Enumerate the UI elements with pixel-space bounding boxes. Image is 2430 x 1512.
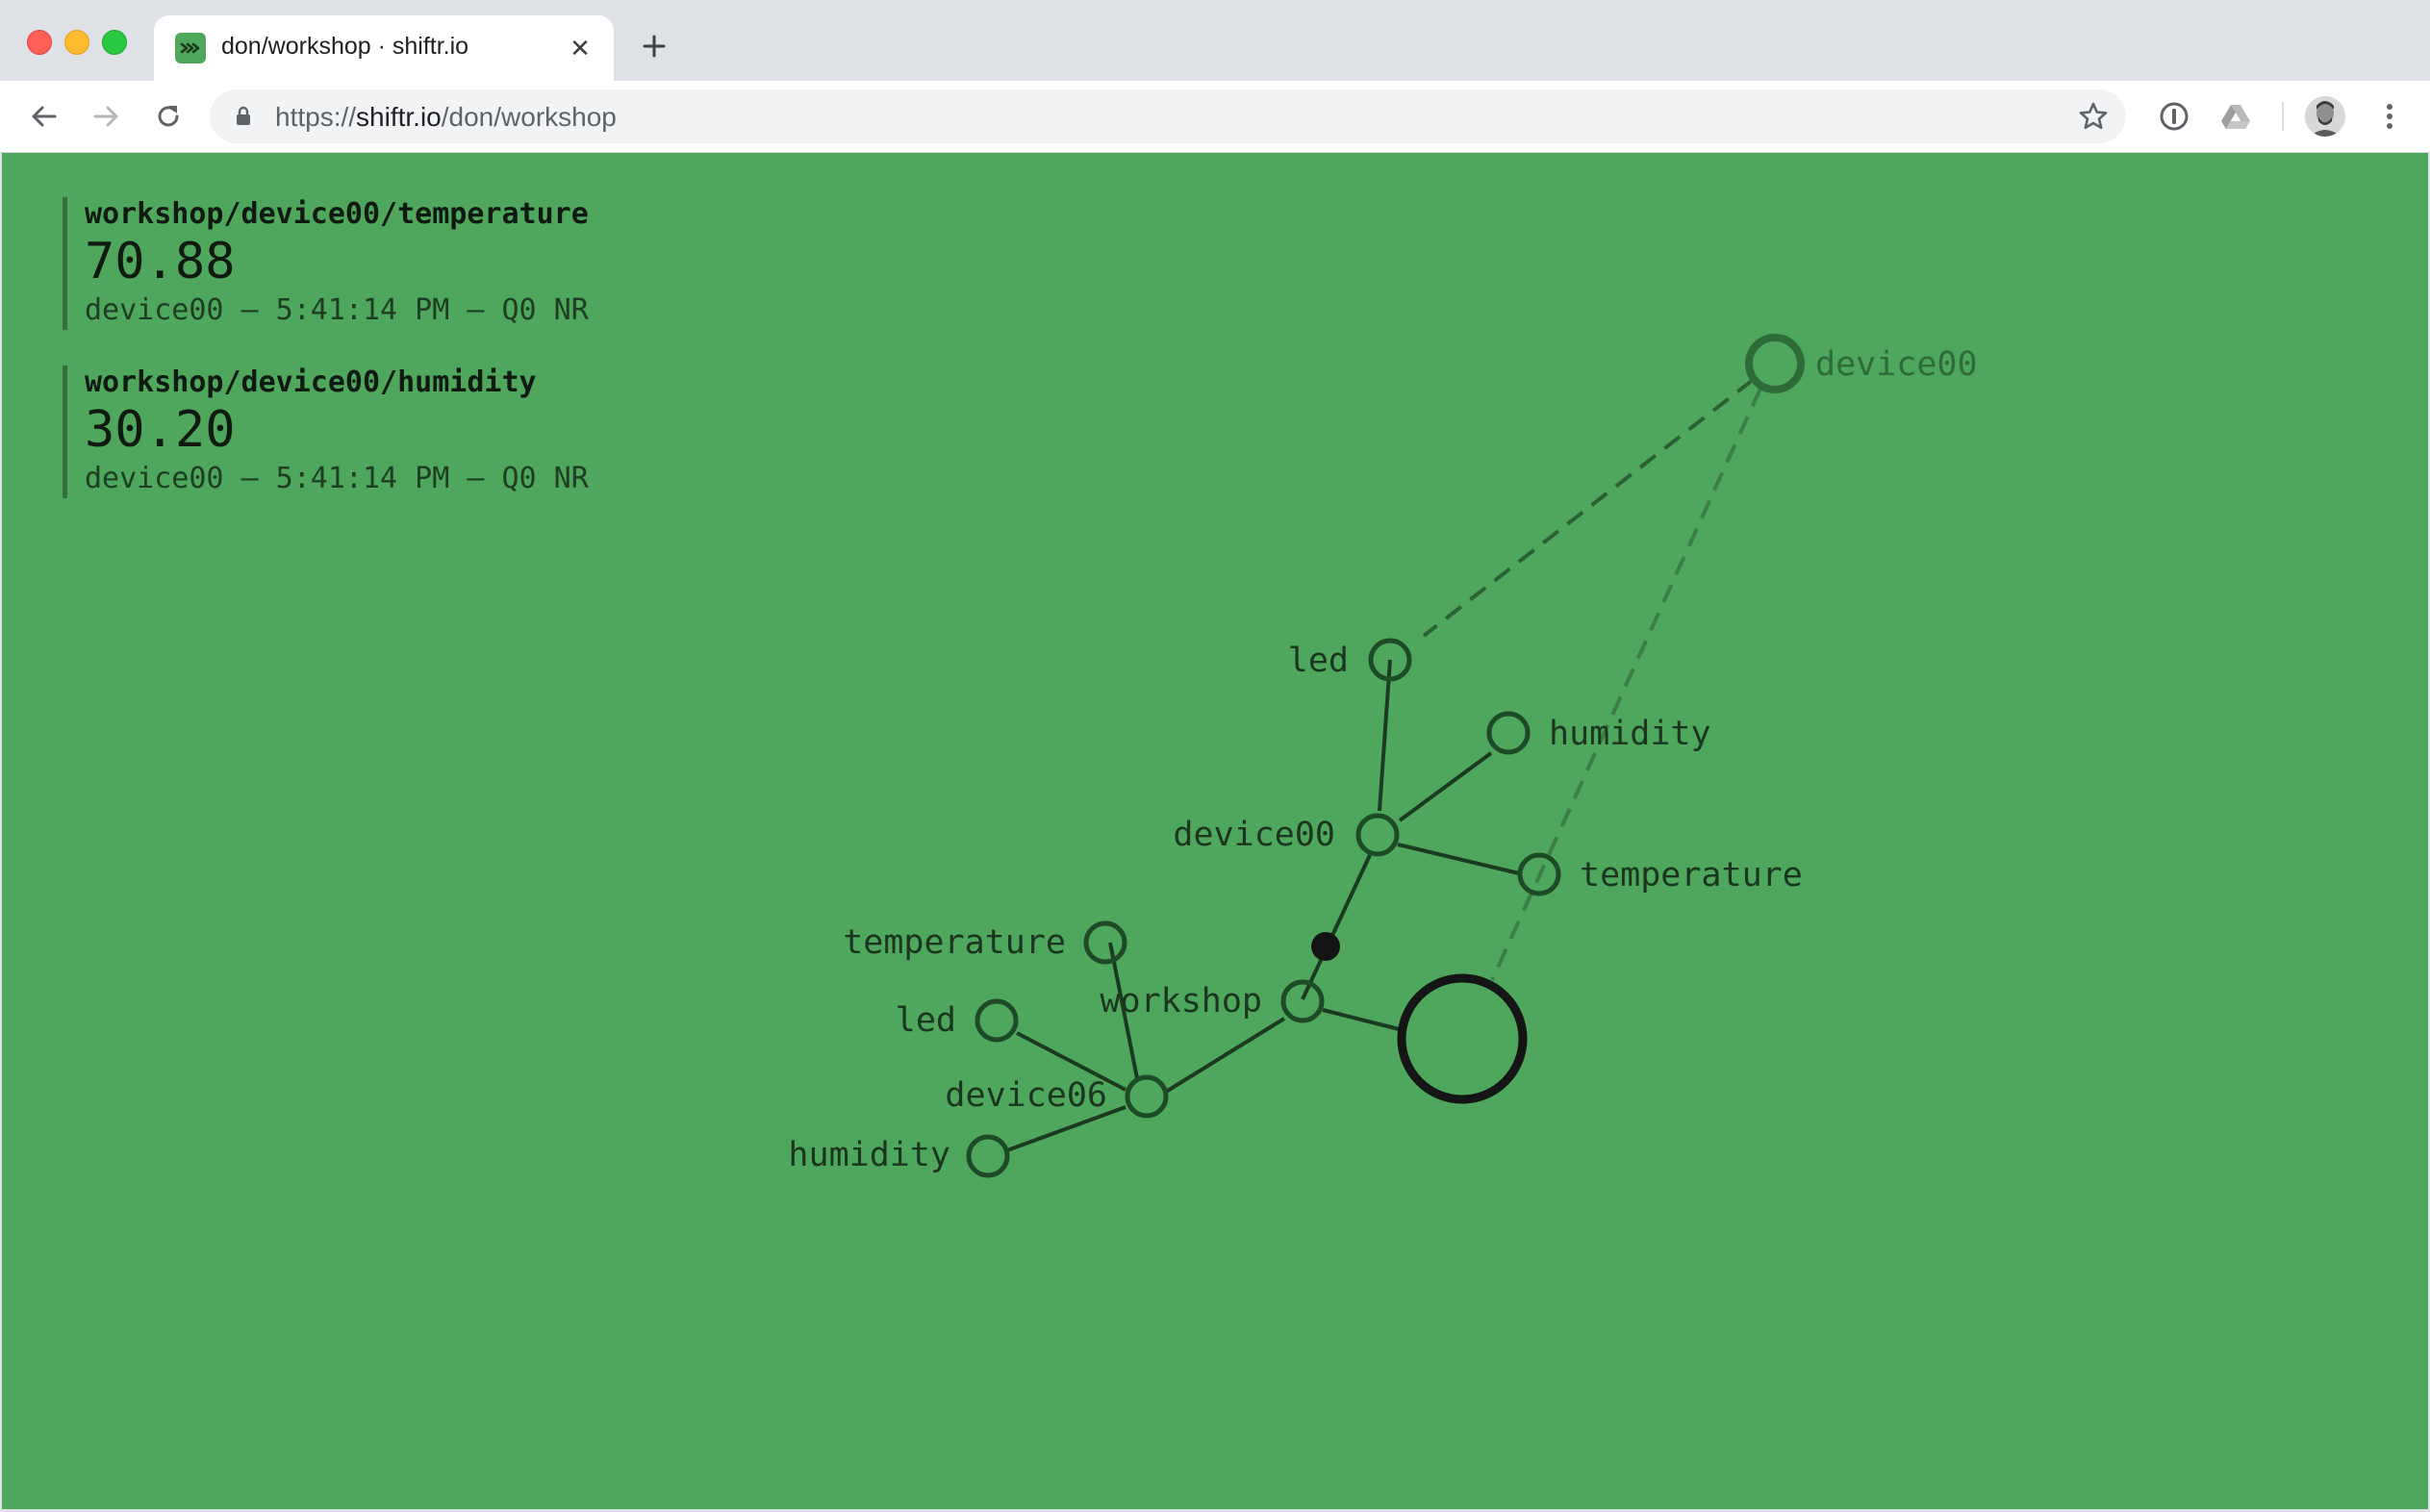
new-tab-button[interactable] — [635, 27, 673, 65]
node-label: led — [1288, 642, 1349, 680]
toolbar-divider — [2282, 102, 2284, 131]
tab-strip: don/workshop · shiftr.io ✕ — [0, 0, 2430, 81]
tab-title: don/workshop · shiftr.io — [221, 33, 469, 60]
browser-window: don/workshop · shiftr.io ✕ https://shift… — [0, 0, 2430, 1512]
browser-menu-button[interactable] — [2370, 97, 2409, 136]
menu-dots-icon — [2387, 104, 2392, 129]
shiftr-logo-icon — [175, 33, 206, 63]
tab-close-button[interactable]: ✕ — [564, 32, 596, 64]
browser-toolbar: https://shiftr.io/don/workshop — [0, 81, 2430, 153]
url-text: https://shiftr.io/don/workshop — [275, 102, 617, 133]
back-button[interactable] — [25, 97, 63, 136]
topic-node[interactable] — [1083, 920, 1127, 965]
lock-icon — [237, 106, 250, 125]
forward-button[interactable] — [87, 97, 125, 136]
password-extension-button[interactable] — [2155, 97, 2193, 136]
node-label: device00 — [1815, 345, 1978, 384]
reload-button[interactable] — [149, 97, 188, 136]
message-dot — [1311, 932, 1340, 961]
close-icon: ✕ — [570, 34, 591, 63]
graph-edge — [1322, 1008, 1404, 1032]
graph-edge — [1164, 1017, 1286, 1094]
window-maximize-button[interactable] — [102, 30, 127, 55]
password-extension-icon — [2160, 102, 2189, 131]
topic-node[interactable] — [1486, 711, 1531, 755]
url-path: /don/workshop — [441, 102, 617, 132]
node-label: temperature — [1580, 856, 1803, 895]
node-label: device06 — [945, 1076, 1107, 1115]
window-minimize-button[interactable] — [64, 30, 89, 55]
profile-avatar[interactable] — [2305, 96, 2345, 137]
topic-node[interactable] — [966, 1134, 1010, 1178]
node-label: humidity — [788, 1136, 950, 1174]
topic-node[interactable] — [975, 998, 1019, 1043]
plus-icon — [643, 35, 666, 58]
node-label: workshop — [1100, 982, 1262, 1021]
graph-edge — [1397, 843, 1520, 875]
window-close-button[interactable] — [27, 30, 52, 55]
node-label: temperature — [843, 923, 1066, 962]
drive-extension-icon — [2221, 105, 2250, 129]
reload-icon — [158, 106, 179, 127]
topic-node[interactable] — [1355, 813, 1400, 857]
graph-edge — [1378, 659, 1392, 812]
namespace-canvas[interactable]: workshop/device00/temperature 70.88 devi… — [2, 153, 2428, 1509]
browser-tab[interactable]: don/workshop · shiftr.io ✕ — [154, 15, 614, 81]
client-link — [1422, 378, 1755, 638]
node-label: led — [896, 1001, 956, 1040]
topic-node[interactable] — [1125, 1074, 1169, 1119]
url-host: shiftr.io — [356, 102, 442, 132]
drive-extension-button[interactable] — [2216, 97, 2255, 136]
forward-arrow-icon — [93, 106, 118, 127]
graph-edge — [1398, 751, 1493, 822]
graph-edge — [1301, 854, 1372, 1000]
back-arrow-icon — [32, 106, 57, 127]
root-node[interactable] — [1397, 973, 1528, 1104]
topic-node[interactable] — [1280, 979, 1325, 1023]
client-node[interactable] — [1745, 334, 1805, 393]
node-label: humidity — [1549, 715, 1711, 753]
network-graph: device00 led humidity device00 temperatu… — [788, 334, 1978, 1178]
address-bar[interactable]: https://shiftr.io/don/workshop — [210, 89, 2126, 143]
url-scheme: https:// — [275, 102, 357, 132]
star-icon[interactable] — [2078, 101, 2109, 132]
node-label: device00 — [1173, 816, 1335, 854]
